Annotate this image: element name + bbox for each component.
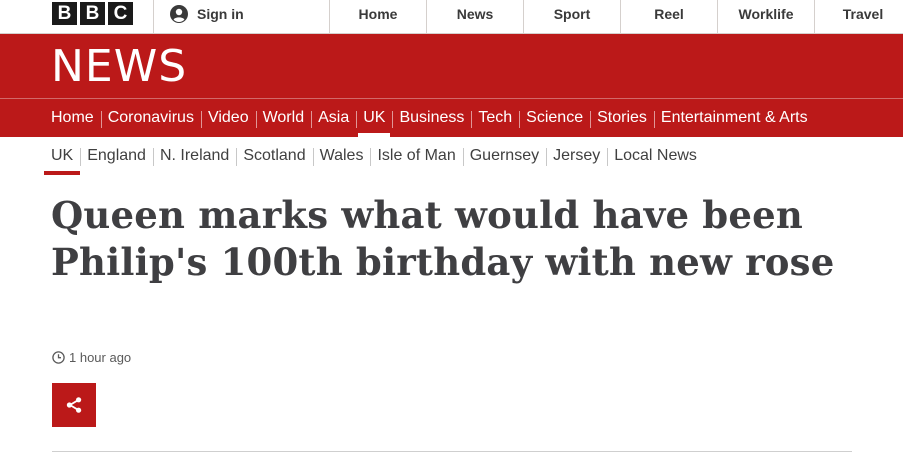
section-nav-stories[interactable]: Stories [590, 99, 654, 137]
user-icon [170, 5, 188, 23]
sign-in-button[interactable]: Sign in [170, 0, 244, 28]
subsection-nav-jersey[interactable]: Jersey [546, 137, 607, 175]
subsection-nav-uk[interactable]: UK [44, 137, 81, 175]
article-divider [52, 451, 852, 452]
section-nav-home[interactable]: Home [44, 99, 101, 137]
clock-icon [52, 351, 65, 364]
global-nav: Home News Sport Reel Worklife Travel [329, 0, 903, 34]
bbc-logo-letter: C [108, 2, 133, 25]
news-banner: NEWS Home Coronavirus Video World Asia U… [0, 34, 903, 137]
bbc-logo-letter: B [52, 2, 77, 25]
subsection-nav-local-news[interactable]: Local News [607, 137, 704, 175]
share-icon [66, 397, 82, 413]
global-nav-reel[interactable]: Reel [620, 0, 717, 34]
news-section-nav: Home Coronavirus Video World Asia UK Bus… [44, 99, 815, 137]
global-nav-worklife[interactable]: Worklife [717, 0, 814, 34]
subsection-nav-scotland[interactable]: Scotland [236, 137, 312, 175]
section-nav-uk[interactable]: UK [356, 99, 392, 137]
header-divider [153, 0, 154, 34]
article-timestamp: 1 hour ago [52, 350, 131, 365]
subsection-nav-wales[interactable]: Wales [312, 137, 371, 175]
section-nav-entertainment-arts[interactable]: Entertainment & Arts [653, 99, 815, 137]
subsection-nav-england[interactable]: England [80, 137, 153, 175]
global-header: B B C Sign in Home News Sport Reel Workl… [0, 0, 903, 34]
timestamp-label: 1 hour ago [69, 350, 132, 365]
section-nav-business[interactable]: Business [392, 99, 471, 137]
subsection-nav-n-ireland[interactable]: N. Ireland [152, 137, 236, 175]
global-nav-travel[interactable]: Travel [814, 0, 903, 34]
section-nav-world[interactable]: World [255, 99, 312, 137]
section-nav-asia[interactable]: Asia [311, 99, 356, 137]
section-nav-tech[interactable]: Tech [471, 99, 519, 137]
bbc-logo-letter: B [80, 2, 105, 25]
global-nav-sport[interactable]: Sport [523, 0, 620, 34]
global-nav-home[interactable]: Home [329, 0, 426, 34]
section-nav-science[interactable]: Science [519, 99, 590, 137]
article-headline: Queen marks what would have been Philip'… [51, 193, 835, 284]
global-nav-news[interactable]: News [426, 0, 523, 34]
section-nav-coronavirus[interactable]: Coronavirus [100, 99, 201, 137]
share-button[interactable] [52, 383, 96, 427]
sign-in-label: Sign in [197, 6, 244, 22]
subsection-nav-guernsey[interactable]: Guernsey [462, 137, 546, 175]
section-nav-video[interactable]: Video [200, 99, 256, 137]
subsection-nav-isle-of-man[interactable]: Isle of Man [370, 137, 462, 175]
uk-subsection-nav: UK England N. Ireland Scotland Wales Isl… [44, 137, 704, 175]
bbc-logo[interactable]: B B C [52, 2, 133, 25]
news-logo[interactable]: NEWS [51, 43, 187, 91]
